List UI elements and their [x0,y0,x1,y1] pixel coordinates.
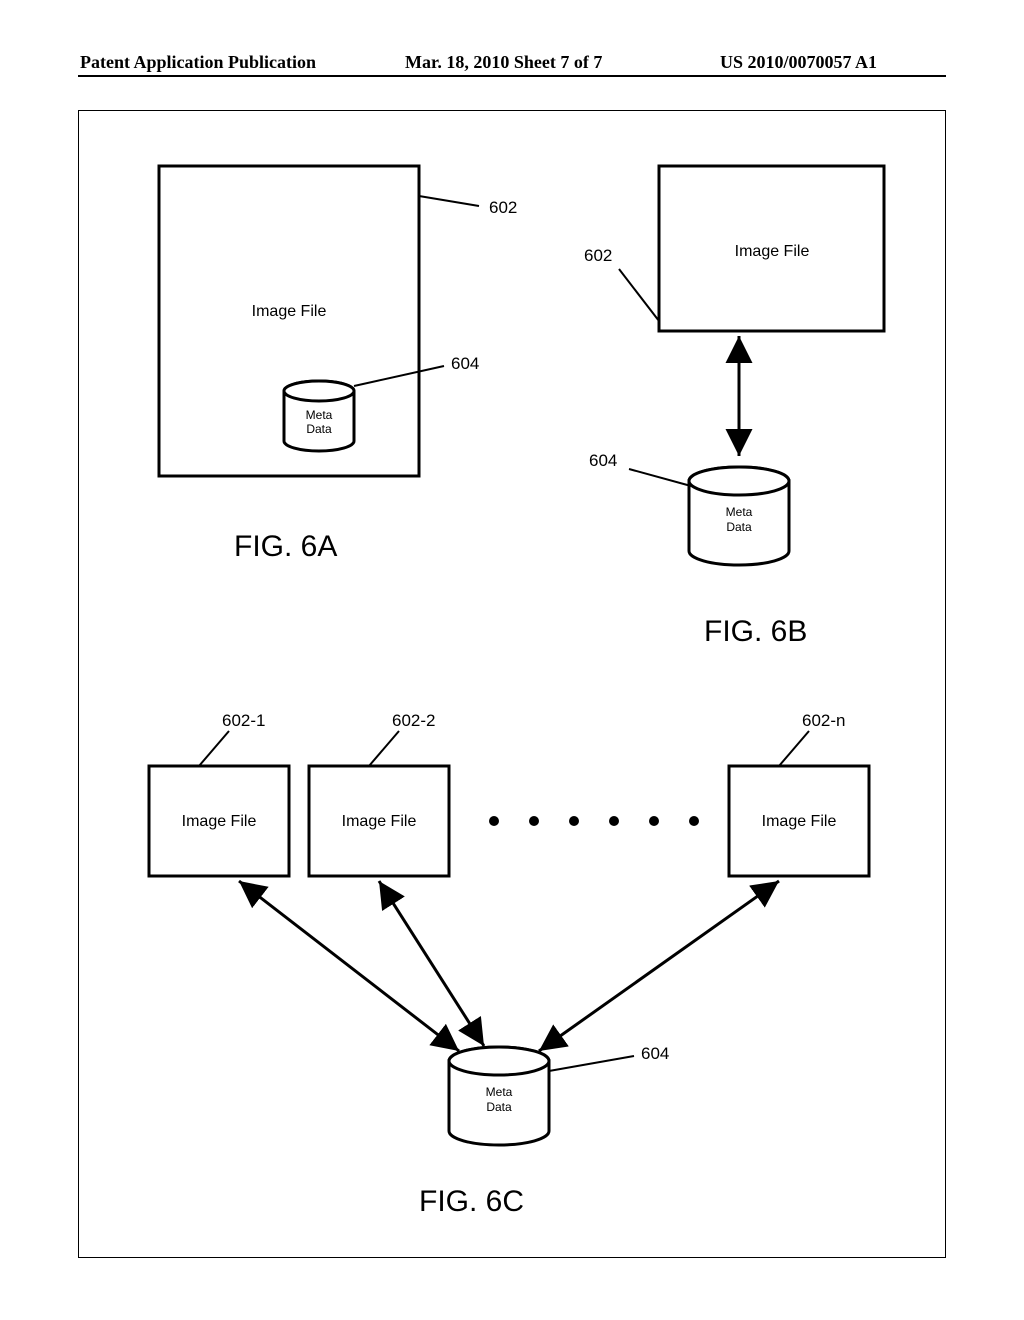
leadline-604-6a [354,366,444,386]
refnum-604-6c: 604 [641,1044,669,1063]
leadline-602-2 [369,731,399,766]
refnum-604-6a: 604 [451,354,479,373]
leadline-602-n [779,731,809,766]
meta-line2-6a: Data [306,422,332,436]
figure-svg: Image File Meta Data 602 604 FIG. 6A [79,111,945,1257]
leadline-604-6c [549,1056,634,1071]
link-arrow-6c-n [539,881,779,1051]
meta-line1-6c: Meta [486,1085,513,1099]
imagefile-label-6c-n: Image File [762,813,837,830]
meta-line2-6c: Data [486,1100,512,1114]
imagefile-label-6b: Image File [735,243,810,260]
header-publication: Patent Application Publication [80,52,316,73]
imagefile-label-6c-2: Image File [342,813,417,830]
fig-6b: Image File 602 Meta Data 604 FIG [584,166,884,648]
drawing-area: Image File Meta Data 602 604 FIG. 6A [78,110,946,1258]
meta-line2-6b: Data [726,520,752,534]
link-arrow-6c-2 [379,881,484,1046]
caption-6a: FIG. 6A [234,530,337,563]
leadline-604-6b [629,469,691,486]
link-arrow-6c-1 [239,881,459,1051]
refnum-602-n: 602-n [802,711,845,730]
ellipsis-6c [489,816,699,826]
leadline-602-6b [619,269,659,321]
header-pubnum: US 2010/0070057 A1 [720,52,877,73]
imagefile-label-6a: Image File [252,303,327,320]
refnum-602-1: 602-1 [222,711,265,730]
leadline-602-6a [419,196,479,206]
refnum-604-6b: 604 [589,451,617,470]
meta-line1-6b: Meta [726,505,753,519]
caption-6b: FIG. 6B [704,615,807,648]
caption-6c: FIG. 6C [419,1185,524,1218]
fig-6c: Image File Image File Image File 602-1 [149,711,869,1218]
refnum-602-6b: 602 [584,246,612,265]
imagefile-label-6c-1: Image File [182,813,257,830]
refnum-602-6a: 602 [489,198,517,217]
header-date-sheet: Mar. 18, 2010 Sheet 7 of 7 [405,52,602,73]
leadline-602-1 [199,731,229,766]
meta-line1-6a: Meta [306,408,333,422]
refnum-602-2: 602-2 [392,711,435,730]
header-rule [78,75,946,77]
patent-page: Patent Application Publication Mar. 18, … [0,0,1024,1320]
fig-6a: Image File Meta Data 602 604 FIG. 6A [159,166,517,563]
